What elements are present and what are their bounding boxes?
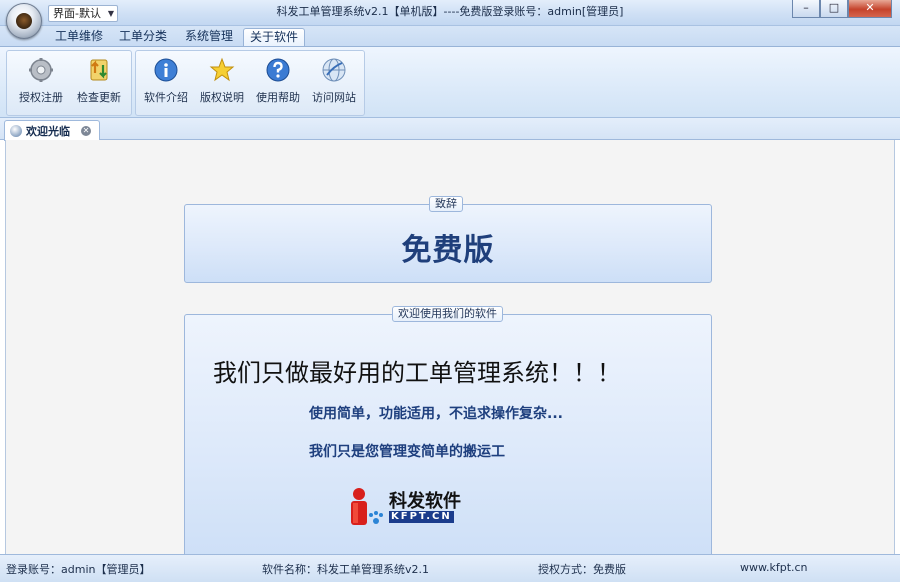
dedication-caption: 致辞 — [429, 196, 463, 212]
help-icon — [266, 58, 290, 82]
status-website[interactable]: www.kfpt.cn — [740, 561, 808, 574]
slogan-text: 我们只做最好用的工单管理系统！！！ — [213, 359, 621, 387]
tab-about-software[interactable]: 关于软件 — [243, 28, 305, 46]
minimize-button[interactable]: – — [792, 0, 820, 18]
ribbon-group-about: 软件介绍 版权说明 使用帮助 访问网站 — [135, 50, 365, 116]
register-label: 授权注册 — [19, 91, 63, 104]
register-button[interactable]: 授权注册 — [13, 55, 69, 104]
close-button[interactable]: ✕ — [848, 0, 892, 18]
star-icon — [209, 57, 235, 82]
theme-select-value: 界面-默认 — [53, 7, 101, 20]
maximize-button[interactable]: □ — [820, 0, 848, 18]
tab-welcome-label: 欢迎光临 — [26, 125, 70, 138]
document-tab-bar: 欢迎光临 ✕ — [0, 118, 900, 141]
tab-system-management[interactable]: 系统管理 — [178, 28, 240, 46]
chevron-down-icon: ▼ — [107, 9, 114, 18]
mascot-logo-icon — [351, 488, 383, 525]
welcome-icon — [10, 125, 22, 137]
visit-website-button[interactable]: 访问网站 — [306, 55, 362, 104]
software-intro-button[interactable]: 软件介绍 — [138, 55, 194, 104]
check-update-label: 检查更新 — [77, 91, 121, 104]
tab-close-icon[interactable]: ✕ — [81, 126, 91, 136]
ribbon-tab-bar: 工单维修 工单分类 系统管理 关于软件 — [0, 26, 900, 46]
welcome-caption: 欢迎使用我们的软件 — [392, 306, 503, 322]
company-logo: 科发软件 KFPT.CN — [343, 487, 483, 531]
status-license: 授权方式：免费版 — [538, 563, 626, 576]
app-menu-button[interactable] — [6, 3, 42, 39]
window-controls: – □ ✕ — [792, 0, 892, 20]
welcome-panel: 欢迎使用我们的软件 我们只做最好用的工单管理系统！！！ 使用简单，功能适用，不追… — [184, 306, 712, 564]
tab-workorder-repair[interactable]: 工单维修 — [50, 28, 108, 46]
status-account: 登录账号：admin【管理员】 — [6, 563, 151, 576]
feature-line: 使用简单，功能适用，不追求操作复杂... — [309, 406, 563, 422]
ribbon-group-license: 授权注册 检查更新 — [6, 50, 132, 116]
logo-domain: KFPT.CN — [389, 511, 454, 523]
edition-label: 免费版 — [401, 233, 495, 268]
window-title: 科发工单管理系统v2.1【单机版】----免费版登录账号：admin[管理员] — [276, 5, 624, 18]
check-update-button[interactable]: 检查更新 — [71, 55, 127, 104]
gear-icon — [29, 58, 53, 82]
globe-icon — [322, 58, 346, 82]
software-intro-label: 软件介绍 — [144, 91, 188, 104]
copyright-label: 版权说明 — [200, 91, 244, 104]
dedication-panel: 致辞 免费版 — [184, 196, 712, 283]
help-button[interactable]: 使用帮助 — [250, 55, 306, 104]
status-bar: 登录账号：admin【管理员】 软件名称：科发工单管理系统v2.1 授权方式：免… — [0, 554, 900, 582]
visit-website-label: 访问网站 — [312, 91, 356, 104]
tab-welcome[interactable]: 欢迎光临 ✕ — [4, 120, 100, 141]
theme-select[interactable]: 界面-默认 ▼ — [48, 5, 118, 22]
update-icon — [90, 59, 108, 81]
motto-line: 我们只是您管理变简单的搬运工 — [309, 444, 505, 460]
title-bar: 科发工单管理系统v2.1【单机版】----免费版登录账号：admin[管理员] … — [0, 0, 900, 26]
tab-workorder-category[interactable]: 工单分类 — [114, 28, 172, 46]
welcome-page: 致辞 免费版 欢迎使用我们的软件 我们只做最好用的工单管理系统！！！ 使用简单，… — [5, 140, 895, 564]
info-icon — [154, 58, 178, 82]
copyright-button[interactable]: 版权说明 — [194, 55, 250, 104]
status-software-name: 软件名称：科发工单管理系统v2.1 — [262, 563, 430, 576]
app-logo-icon — [16, 13, 32, 29]
help-label: 使用帮助 — [256, 91, 300, 104]
logo-title: 科发软件 — [389, 491, 461, 512]
ribbon-panel: 授权注册 检查更新 软件介绍 版权说明 使用帮助 访问网站 — [0, 46, 900, 118]
